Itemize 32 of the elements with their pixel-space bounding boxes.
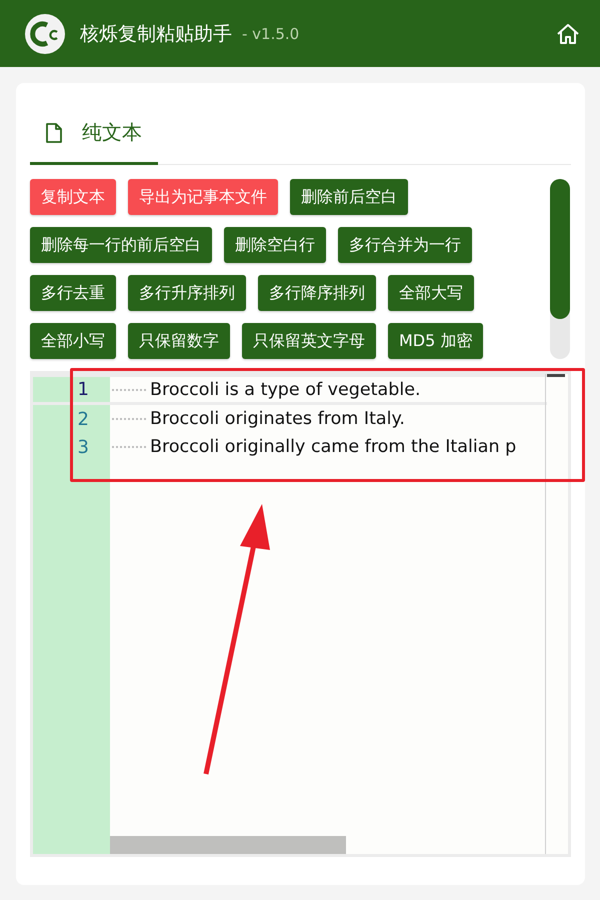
scrollbar-thumb[interactable]	[550, 179, 570, 319]
home-icon[interactable]	[556, 22, 580, 46]
line-number: 1	[76, 379, 89, 400]
action-button[interactable]: MD5 加密	[388, 323, 484, 359]
action-button[interactable]: 删除空白行	[224, 227, 326, 263]
document-icon	[46, 122, 62, 142]
text-line: Broccoli originally came from the Italian p	[150, 437, 516, 457]
action-button[interactable]: 多行去重	[30, 275, 116, 311]
text-line: Broccoli originates from Italy.	[150, 409, 405, 429]
action-button[interactable]: 全部大写	[388, 275, 474, 311]
app-title: 核烁复制粘贴助手	[80, 22, 232, 46]
action-button[interactable]: 删除每一行的前后空白	[30, 227, 212, 263]
action-button[interactable]: 多行降序排列	[258, 275, 376, 311]
whitespace-marker	[112, 446, 146, 448]
whitespace-marker	[112, 388, 146, 390]
action-button[interactable]: 只保留数字	[128, 323, 230, 359]
action-button[interactable]: 多行合并为一行	[338, 227, 472, 263]
scrollbar-track[interactable]	[550, 179, 570, 359]
horizontal-scrollbar-thumb[interactable]	[110, 836, 346, 854]
action-button[interactable]: 删除前后空白	[290, 179, 408, 215]
scrollbar-marker	[547, 374, 565, 377]
version-label: - v1.5.0	[242, 24, 300, 42]
tab[interactable]: 纯文本	[30, 97, 158, 165]
line-number: 2	[76, 408, 89, 430]
logo-icon	[25, 14, 65, 54]
line-number: 3	[76, 436, 89, 458]
action-button[interactable]: 只保留英文字母	[242, 323, 376, 359]
text-editor[interactable]: 1 Broccoli is a type of vegetable. 2 Broccoli originates from Italy. 3 Broccoli originally came from the Italian p	[30, 371, 571, 857]
action-button[interactable]: 多行升序排列	[128, 275, 246, 311]
whitespace-marker	[112, 418, 146, 420]
text-line: Broccoli is a type of vegetable.	[150, 380, 421, 400]
action-button[interactable]: 全部小写	[30, 323, 116, 359]
